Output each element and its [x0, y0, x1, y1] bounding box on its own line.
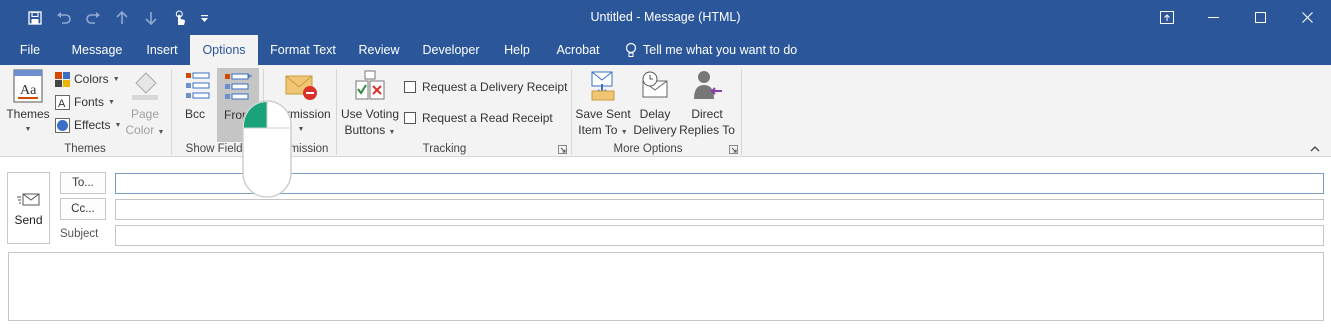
- cc-button[interactable]: Cc...: [60, 198, 106, 220]
- tab-developer[interactable]: Developer: [414, 35, 488, 65]
- tab-help[interactable]: Help: [496, 35, 538, 65]
- paint-bucket-icon: [128, 69, 162, 103]
- ribbon-display-options-icon[interactable]: [1143, 0, 1190, 35]
- minimize-icon[interactable]: [1190, 0, 1237, 35]
- group-label-more-options: More Options: [613, 143, 683, 155]
- mouse-pointer-icon: [242, 100, 292, 198]
- direct-label-1: Direct: [691, 107, 723, 121]
- tell-me-label: Tell me what you want to do: [643, 43, 798, 57]
- delivery-receipt-label: Request a Delivery Receipt: [422, 80, 568, 94]
- voting-label-2: Buttons: [344, 123, 386, 137]
- chevron-down-icon: ▼: [388, 129, 396, 136]
- group-label-tracking: Tracking: [422, 143, 467, 155]
- ribbon-tabs: File Message Insert Options Format Text …: [0, 35, 1331, 65]
- read-receipt-checkbox[interactable]: Request a Read Receipt: [404, 108, 553, 128]
- maximize-icon[interactable]: [1237, 0, 1284, 35]
- bcc-icon: [178, 69, 212, 103]
- up-arrow-icon[interactable]: [107, 8, 136, 28]
- send-button[interactable]: Send: [7, 172, 50, 244]
- tab-file[interactable]: File: [5, 35, 55, 65]
- ribbon-options: Aa Themes ▼ Colors ▼ A Fonts ▼ Effects ▼…: [0, 65, 1331, 157]
- themes-label: Themes: [6, 107, 50, 121]
- tracking-dialog-launcher-icon[interactable]: [558, 145, 567, 154]
- delay-delivery-icon: [638, 69, 672, 103]
- save-sent-item-to-button[interactable]: Save Sent Item To ▼: [575, 69, 631, 141]
- checkbox-unchecked[interactable]: [404, 81, 416, 93]
- tab-review[interactable]: Review: [350, 35, 408, 65]
- cc-field[interactable]: [115, 199, 1324, 220]
- undo-icon[interactable]: [49, 8, 78, 28]
- send-envelope-icon: [16, 191, 41, 207]
- voting-label-1: Use Voting: [340, 107, 400, 121]
- fonts-label: Fonts: [74, 95, 105, 109]
- fonts-button[interactable]: A Fonts ▼: [55, 92, 115, 112]
- send-label: Send: [14, 213, 43, 227]
- title-bar: Untitled - Message (HTML): [0, 0, 1331, 35]
- quick-access-toolbar: [20, 8, 214, 28]
- effects-label: Effects: [74, 118, 111, 132]
- svg-text:Aa: Aa: [20, 83, 37, 98]
- colors-icon: [55, 71, 70, 87]
- delay-label-2: Delivery: [633, 123, 677, 137]
- chevron-down-icon: ▼: [157, 129, 165, 136]
- bcc-button[interactable]: Bcc: [176, 69, 214, 122]
- page-color-button[interactable]: Page Color ▼: [124, 69, 166, 141]
- fonts-icon: A: [55, 94, 70, 110]
- redo-icon[interactable]: [78, 8, 107, 28]
- message-body[interactable]: [8, 252, 1324, 321]
- save-icon[interactable]: [20, 8, 49, 28]
- tab-insert[interactable]: Insert: [136, 35, 188, 65]
- use-voting-buttons-button[interactable]: Use Voting Buttons ▼: [340, 69, 400, 141]
- svg-text:A: A: [58, 98, 66, 110]
- group-separator: [741, 69, 742, 155]
- compose-area: Send To... Cc... Subject: [0, 158, 1331, 328]
- lightbulb-icon: [625, 42, 637, 57]
- down-arrow-icon[interactable]: [136, 8, 165, 28]
- permission-icon: [284, 69, 318, 103]
- page-color-label-1: Page: [130, 107, 160, 121]
- page-color-label-2: Color: [125, 123, 155, 137]
- group-label-themes: Themes: [64, 143, 106, 155]
- from-icon: [221, 70, 255, 104]
- save-sent-label-1: Save Sent: [575, 107, 631, 121]
- window-controls: [1143, 0, 1331, 35]
- to-field[interactable]: [115, 173, 1324, 194]
- themes-icon: Aa: [11, 69, 45, 103]
- customize-qat-icon[interactable]: [194, 8, 214, 28]
- close-icon[interactable]: [1284, 0, 1331, 35]
- colors-button[interactable]: Colors ▼: [55, 69, 120, 89]
- delivery-receipt-checkbox[interactable]: Request a Delivery Receipt: [404, 77, 567, 97]
- tab-acrobat[interactable]: Acrobat: [548, 35, 608, 65]
- tab-message[interactable]: Message: [62, 35, 132, 65]
- bcc-label: Bcc: [184, 107, 205, 121]
- delay-delivery-button[interactable]: Delay Delivery: [632, 69, 678, 138]
- to-button[interactable]: To...: [60, 172, 106, 194]
- tab-format-text[interactable]: Format Text: [262, 35, 344, 65]
- themes-button[interactable]: Aa Themes ▼: [5, 69, 51, 138]
- checkbox-unchecked[interactable]: [404, 112, 416, 124]
- chevron-down-icon: ▼: [24, 126, 32, 133]
- tell-me-search[interactable]: Tell me what you want to do: [625, 35, 797, 65]
- direct-replies-icon: [690, 69, 724, 103]
- save-sent-icon: [586, 69, 620, 103]
- delay-label-1: Delay: [639, 107, 671, 121]
- voting-icon: [353, 69, 387, 103]
- touch-mode-icon[interactable]: [165, 8, 194, 28]
- tab-options[interactable]: Options: [190, 35, 258, 65]
- read-receipt-label: Request a Read Receipt: [422, 111, 553, 125]
- subject-label: Subject: [60, 228, 99, 240]
- collapse-ribbon-icon[interactable]: [1310, 145, 1320, 152]
- effects-icon: [55, 117, 70, 133]
- chevron-down-icon: ▼: [108, 98, 115, 106]
- save-sent-label-2: Item To: [578, 123, 618, 137]
- effects-button[interactable]: Effects ▼: [55, 115, 121, 135]
- chevron-down-icon: ▼: [112, 75, 120, 83]
- chevron-down-icon: ▼: [620, 129, 628, 136]
- subject-field[interactable]: [115, 225, 1324, 246]
- more-options-dialog-launcher-icon[interactable]: [729, 145, 738, 154]
- direct-label-2: Replies To: [679, 123, 735, 137]
- direct-replies-to-button[interactable]: Direct Replies To: [679, 69, 735, 138]
- colors-label: Colors: [74, 72, 109, 86]
- chevron-down-icon: ▼: [114, 121, 122, 129]
